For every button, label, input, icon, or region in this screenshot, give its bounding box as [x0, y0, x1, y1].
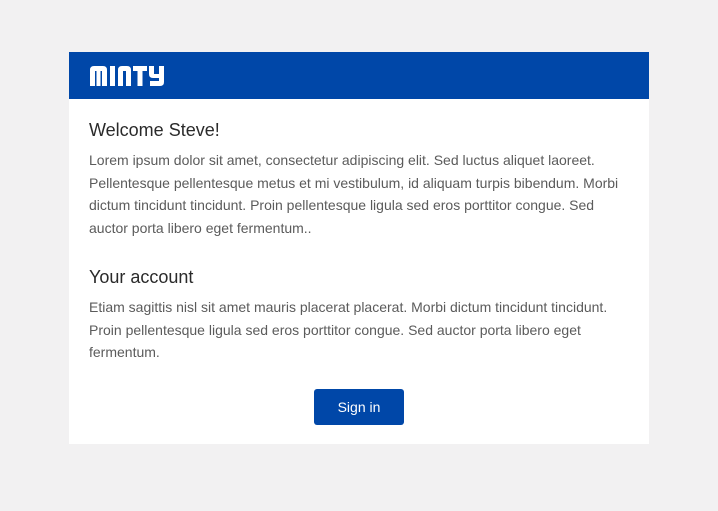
- sign-in-button[interactable]: Sign in: [314, 388, 404, 425]
- email-header: [69, 52, 649, 99]
- email-card: Welcome Steve! Lorem ipsum dolor sit ame…: [69, 52, 649, 444]
- welcome-text: Lorem ipsum dolor sit amet, consectetur …: [89, 152, 619, 236]
- minty-logo: [90, 66, 164, 86]
- email-body: Welcome Steve! Lorem ipsum dolor sit ame…: [69, 99, 649, 425]
- account-heading: Your account: [89, 267, 194, 287]
- account-text: Etiam sagittis nisl sit amet mauris plac…: [89, 299, 608, 360]
- button-row: Sign in: [89, 388, 629, 425]
- welcome-heading: Welcome Steve!: [89, 120, 220, 140]
